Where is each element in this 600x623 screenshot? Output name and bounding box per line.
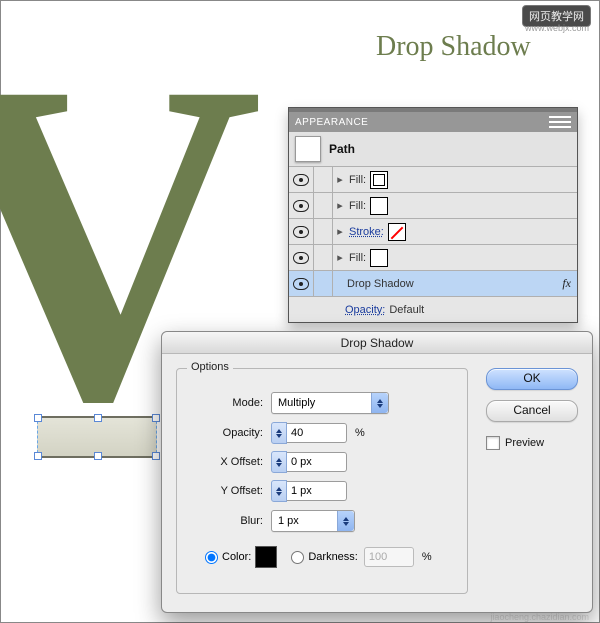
path-thumbnail — [295, 136, 321, 162]
appearance-panel: APPEARANCE Path ▸ Fill: ▸ Fill: ▸ Stroke… — [288, 107, 578, 323]
attr-label: Fill: — [347, 174, 368, 186]
color-label: Color: — [222, 551, 251, 563]
percent-suffix: % — [355, 427, 365, 439]
yoffset-stepper[interactable] — [271, 480, 287, 502]
attr-row-stroke[interactable]: ▸ Stroke: — [289, 219, 577, 245]
options-legend: Options — [187, 361, 233, 373]
disclosure-arrow-icon[interactable]: ▸ — [333, 225, 347, 238]
xoffset-input[interactable] — [287, 452, 347, 472]
opacity-value: Default — [389, 304, 424, 316]
blur-select[interactable]: 1 px — [271, 510, 355, 532]
opacity-label[interactable]: Opacity: — [345, 304, 385, 316]
disclosure-arrow-icon[interactable]: ▸ — [333, 173, 347, 186]
path-label: Path — [329, 142, 355, 156]
yoffset-label: Y Offset: — [193, 485, 263, 497]
dropdown-arrows-icon[interactable] — [371, 393, 388, 413]
xoffset-label: X Offset: — [193, 456, 263, 468]
mode-label: Mode: — [193, 397, 263, 409]
yoffset-input[interactable] — [287, 481, 347, 501]
preview-checkbox[interactable] — [486, 436, 500, 450]
darkness-radio[interactable] — [291, 551, 304, 564]
xoffset-stepper[interactable] — [271, 451, 287, 473]
dropdown-arrows-icon[interactable] — [337, 511, 354, 531]
attr-row-fill-3[interactable]: ▸ Fill: — [289, 245, 577, 271]
watermark-top-sub: www.webjx.com — [525, 23, 589, 33]
fill-swatch[interactable] — [370, 249, 388, 267]
fill-swatch[interactable] — [370, 171, 388, 189]
mode-select[interactable]: Multiply — [271, 392, 389, 414]
attr-row-opacity[interactable]: Opacity: Default — [289, 297, 577, 322]
attr-row-drop-shadow[interactable]: Drop Shadow fx — [289, 271, 577, 297]
visibility-eye-icon[interactable] — [293, 226, 309, 238]
visibility-eye-icon[interactable] — [293, 200, 309, 212]
blur-value: 1 px — [278, 515, 299, 527]
options-group: Options Mode: Multiply Opacity: % X Offs… — [176, 368, 468, 594]
fill-swatch[interactable] — [370, 197, 388, 215]
mode-value: Multiply — [278, 397, 315, 409]
dialog-title: Drop Shadow — [162, 332, 592, 354]
attr-label-stroke[interactable]: Stroke: — [347, 226, 386, 238]
opacity-stepper[interactable] — [271, 422, 287, 444]
cancel-button[interactable]: Cancel — [486, 400, 578, 422]
fx-icon[interactable]: fx — [562, 276, 571, 291]
page-heading: Drop Shadow — [376, 31, 531, 63]
panel-menu-icon[interactable] — [549, 116, 571, 128]
color-radio[interactable] — [205, 551, 218, 564]
preview-label: Preview — [505, 437, 544, 449]
drop-shadow-dialog: Drop Shadow Options Mode: Multiply Opaci… — [161, 331, 593, 613]
attr-row-fill-1[interactable]: ▸ Fill: — [289, 167, 577, 193]
attr-label: Fill: — [347, 200, 368, 212]
percent-suffix: % — [422, 551, 432, 563]
blur-label: Blur: — [193, 515, 263, 527]
watermark-bottom-sub: jiaocheng.chazidian.com — [490, 612, 589, 622]
darkness-label: Darkness: — [308, 551, 358, 563]
opacity-label: Opacity: — [193, 427, 263, 439]
visibility-eye-icon[interactable] — [293, 174, 309, 186]
disclosure-arrow-icon[interactable]: ▸ — [333, 199, 347, 212]
attr-label: Fill: — [347, 252, 368, 264]
disclosure-arrow-icon[interactable]: ▸ — [333, 251, 347, 264]
attr-row-fill-2[interactable]: ▸ Fill: — [289, 193, 577, 219]
stroke-swatch[interactable] — [388, 223, 406, 241]
color-swatch[interactable] — [255, 546, 277, 568]
selected-ribbon[interactable] — [37, 416, 157, 458]
visibility-eye-icon[interactable] — [293, 278, 309, 290]
opacity-input[interactable] — [287, 423, 347, 443]
panel-path-row[interactable]: Path — [289, 132, 577, 167]
ok-button[interactable]: OK — [486, 368, 578, 390]
darkness-input — [364, 547, 414, 567]
visibility-eye-icon[interactable] — [293, 252, 309, 264]
panel-title: APPEARANCE — [295, 117, 368, 128]
drop-shadow-label: Drop Shadow — [333, 278, 416, 290]
